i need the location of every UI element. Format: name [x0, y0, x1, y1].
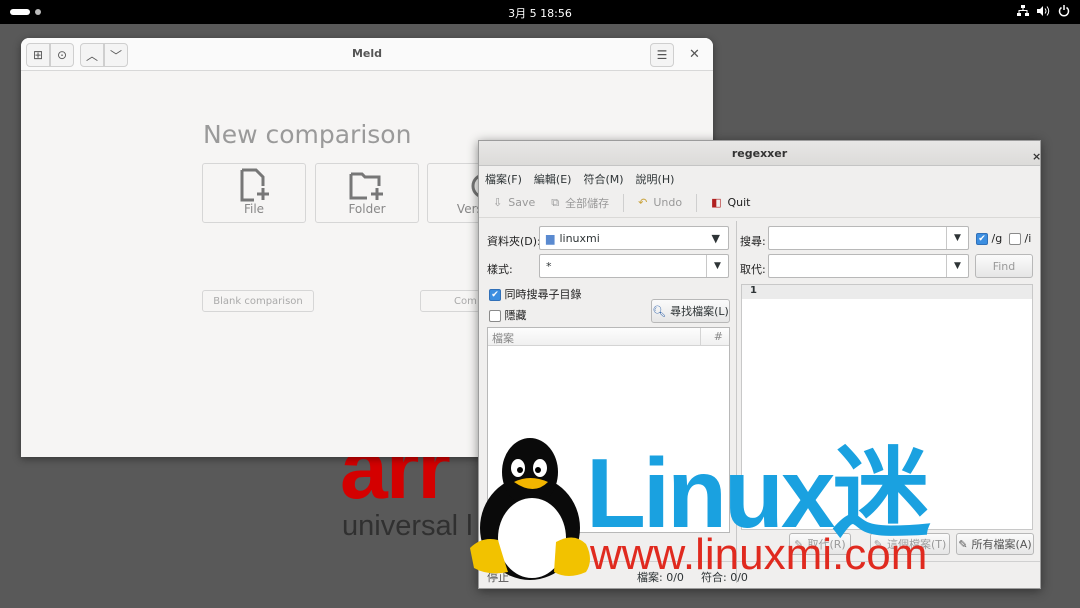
checkbox-icon[interactable] — [489, 310, 501, 322]
toolbar-separator — [623, 193, 625, 212]
menu-edit[interactable]: 編輯(E) — [534, 171, 572, 188]
dropdown-arrow-icon[interactable]: ▼ — [706, 255, 728, 277]
folder-add-icon — [316, 164, 418, 202]
find-button[interactable]: Find — [975, 254, 1033, 278]
menu-file[interactable]: 檔案(F) — [485, 171, 522, 188]
pattern-combo[interactable]: * ▼ — [539, 254, 729, 278]
magnifier-icon: 🔍︎ — [652, 304, 667, 318]
top-bar: 3月 5 18:56 — [0, 0, 1080, 24]
menu-match[interactable]: 符合(M) — [583, 171, 623, 188]
recursive-label: 同時搜尋子目錄 — [504, 288, 582, 301]
tile-label: Folder — [348, 202, 386, 216]
menu-button[interactable]: ☰ — [650, 43, 674, 67]
volume-icon — [1037, 5, 1050, 20]
save-icon: ⇩ — [493, 196, 503, 209]
checkbox-checked-icon[interactable]: ✔ — [976, 233, 988, 245]
toolbar: ⇩ Save ⧉ 全部儲存 ↶ Undo ◧ Quit — [479, 188, 1040, 218]
linuxmi-logo-text: Linux迷 — [586, 438, 930, 548]
flag-g-label: /g — [991, 232, 1003, 245]
background-tagline-text: universal l — [342, 510, 473, 542]
undo-icon: ↶ — [638, 196, 648, 209]
recursive-option[interactable]: ✔ 同時搜尋子目錄 — [489, 286, 582, 302]
compare-button[interactable]: Com — [420, 290, 480, 312]
close-icon: ✕ — [689, 47, 700, 62]
linuxmi-url-text: www.linuxmi.com — [590, 530, 928, 579]
quit-icon: ◧ — [711, 196, 722, 209]
pattern-value: * — [546, 259, 552, 273]
network-icon — [1017, 4, 1029, 20]
undo-button[interactable]: ↶ Undo — [632, 196, 688, 209]
folder-label: 資料夾(D): — [487, 235, 541, 248]
tile-label: File — [243, 202, 265, 216]
search-combo[interactable]: ▼ — [768, 226, 969, 250]
line-number: 1 — [742, 285, 1032, 299]
replace-all-icon: ✎ — [958, 537, 968, 551]
replace-all-label: 所有檔案(A) — [971, 538, 1032, 551]
folder-comparison-tile[interactable]: Folder — [315, 163, 419, 223]
menu-help[interactable]: 說明(H) — [636, 171, 675, 188]
close-button[interactable]: ✕ — [689, 47, 700, 62]
quit-button[interactable]: ◧ Quit — [705, 196, 756, 209]
blank-comparison-button[interactable]: Blank comparison — [202, 290, 314, 312]
hamburger-icon: ☰ — [656, 48, 668, 62]
dropdown-arrow-icon[interactable]: ▼ — [946, 227, 968, 249]
file-add-icon — [203, 164, 305, 202]
flag-i-label: /i — [1024, 232, 1032, 245]
clock[interactable]: 3月 5 18:56 — [0, 5, 1080, 21]
hidden-label: 隱藏 — [504, 309, 527, 322]
find-files-button[interactable]: 🔍︎ 尋找檔案(L) — [651, 299, 730, 323]
save-all-button[interactable]: ⧉ 全部儲存 — [545, 195, 615, 211]
save-all-label: 全部儲存 — [565, 196, 610, 210]
replace-label: 取代: — [740, 263, 766, 276]
regexxer-titlebar: regexxer × — [479, 141, 1041, 166]
meld-headerbar: ⊞ ⊙ ︿ ﹀ Meld ☰ ✕ — [21, 38, 713, 71]
window-title: regexxer — [731, 147, 788, 160]
toolbar-separator — [696, 193, 698, 212]
quit-label: Quit — [727, 196, 751, 209]
power-icon — [1058, 4, 1070, 20]
new-comparison-heading: New comparison — [203, 120, 412, 149]
tux-penguin-logo — [470, 438, 590, 580]
replace-all-button[interactable]: ✎ 所有檔案(A) — [956, 533, 1034, 555]
file-comparison-tile[interactable]: File — [202, 163, 306, 223]
search-label: 搜尋: — [740, 235, 766, 248]
save-button[interactable]: ⇩ Save — [487, 196, 541, 209]
replace-combo[interactable]: ▼ — [768, 254, 969, 278]
undo-label: Undo — [653, 196, 683, 209]
hidden-option[interactable]: 隱藏 — [489, 307, 527, 323]
window-title: Meld — [351, 47, 383, 60]
folder-value: linuxmi — [559, 231, 600, 245]
save-label: Save — [508, 196, 536, 209]
ignore-case-option[interactable]: /i — [1009, 232, 1031, 245]
save-all-icon: ⧉ — [551, 195, 560, 209]
pattern-label: 樣式: — [487, 263, 513, 276]
file-list-header: 檔案 # — [488, 328, 729, 346]
system-tray[interactable] — [1017, 3, 1070, 21]
column-file[interactable]: 檔案 — [488, 328, 701, 345]
dropdown-arrow-icon[interactable]: ▼ — [946, 255, 968, 277]
column-count[interactable]: # — [701, 328, 729, 345]
folder-icon: ▆ — [546, 231, 555, 245]
checkbox-checked-icon[interactable]: ✔ — [489, 289, 501, 301]
folder-combo[interactable]: ▆ linuxmi ▼ — [539, 226, 729, 250]
dropdown-arrow-icon: ▼ — [711, 231, 720, 245]
global-flag-option[interactable]: ✔ /g — [976, 232, 1002, 245]
menubar: 檔案(F) 編輯(E) 符合(M) 說明(H) — [479, 166, 1040, 188]
find-files-label: 尋找檔案(L) — [670, 305, 729, 318]
checkbox-icon[interactable] — [1009, 233, 1021, 245]
